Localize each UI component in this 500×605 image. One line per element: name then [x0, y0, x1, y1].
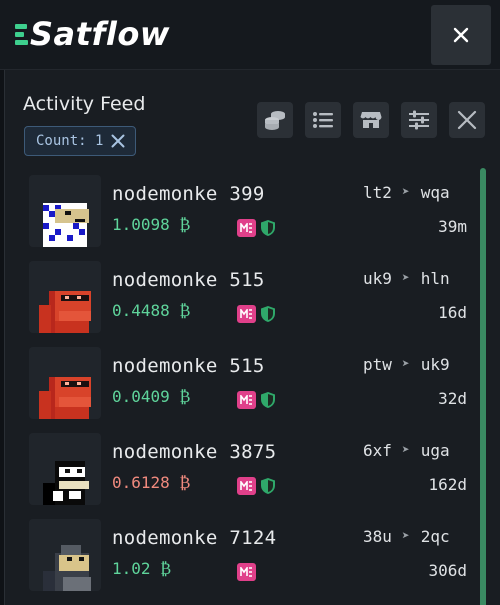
- store-icon: [360, 112, 382, 128]
- item-name[interactable]: nodemonke 515: [112, 269, 265, 291]
- to-address[interactable]: 2qc: [421, 527, 450, 546]
- list-item[interactable]: nodemonke 515 0.0409 ₿ ptw ➤ uk9 32d: [5, 347, 475, 433]
- item-price: 1.0098 ₿: [112, 215, 191, 234]
- from-address[interactable]: uk9: [363, 269, 392, 288]
- arrow-right-icon: ➤: [401, 185, 410, 200]
- transfer-route: ptw ➤ uk9: [363, 355, 450, 374]
- top-bar: Satflow: [0, 0, 500, 70]
- item-age: 32d: [438, 389, 467, 408]
- count-filter-chip: Count: 1: [24, 126, 137, 156]
- badges: [237, 563, 256, 581]
- magic-eden-icon: [237, 391, 256, 409]
- list-view-button[interactable]: [305, 102, 341, 138]
- avatar: [29, 433, 101, 505]
- to-address[interactable]: uga: [421, 441, 450, 460]
- sliders-icon: [409, 110, 429, 130]
- item-price: 0.0409 ₿: [112, 387, 191, 406]
- magic-eden-icon: [237, 563, 256, 581]
- transfer-route: uk9 ➤ hln: [363, 269, 450, 288]
- filters-button[interactable]: [401, 102, 437, 138]
- transfer-route: 38u ➤ 2qc: [363, 527, 450, 546]
- from-address[interactable]: 6xf: [363, 441, 392, 460]
- list-item[interactable]: nodemonke 3875 0.6128 ₿ 6xf ➤ uga 162d: [5, 433, 475, 519]
- magic-eden-icon: [237, 305, 256, 323]
- clear-button[interactable]: [449, 102, 485, 138]
- chip-remove-icon[interactable]: [111, 134, 125, 148]
- avatar: [29, 175, 101, 247]
- item-age: 39m: [438, 217, 467, 236]
- to-address[interactable]: uk9: [421, 355, 450, 374]
- logo-mark-icon: [15, 18, 29, 50]
- close-button[interactable]: [431, 5, 491, 65]
- scrollbar[interactable]: [480, 168, 486, 605]
- item-name[interactable]: nodemonke 399: [112, 183, 265, 205]
- close-icon: [457, 110, 477, 130]
- shield-check-icon: [261, 220, 275, 236]
- shield-check-icon: [261, 478, 275, 494]
- arrow-right-icon: ➤: [401, 357, 410, 372]
- app-name: Satflow: [30, 15, 170, 53]
- list-item[interactable]: nodemonke 515 0.4488 ₿ uk9 ➤ hln 16d: [5, 261, 475, 347]
- activity-feed-panel: Activity Feed Count: 1 nodemonke 399 1.0…: [4, 70, 500, 605]
- avatar: [29, 347, 101, 419]
- shield-check-icon: [261, 392, 275, 408]
- transfer-route: lt2 ➤ wqa: [363, 183, 450, 202]
- avatar: [29, 519, 101, 591]
- badges: [237, 219, 276, 237]
- item-age: 306d: [428, 561, 467, 580]
- to-address[interactable]: wqa: [421, 183, 450, 202]
- arrow-right-icon: ➤: [401, 529, 410, 544]
- close-icon: [453, 27, 469, 43]
- item-price: 1.02 ₿: [112, 559, 172, 578]
- coins-icon-button[interactable]: [257, 102, 293, 138]
- item-name[interactable]: nodemonke 3875: [112, 441, 276, 463]
- marketplace-button[interactable]: [353, 102, 389, 138]
- item-age: 16d: [438, 303, 467, 322]
- from-address[interactable]: lt2: [363, 183, 392, 202]
- item-age: 162d: [428, 475, 467, 494]
- avatar: [29, 261, 101, 333]
- list-item[interactable]: nodemonke 7124 1.02 ₿ 38u ➤ 2qc 306d: [5, 519, 475, 605]
- count-label: Count: 1: [36, 133, 104, 149]
- badges: [237, 477, 276, 495]
- magic-eden-icon: [237, 477, 256, 495]
- item-price: 0.6128 ₿: [112, 473, 191, 492]
- list-item[interactable]: nodemonke 399 1.0098 ₿ lt2 ➤ wqa 39m: [5, 175, 475, 261]
- shield-check-icon: [261, 306, 275, 322]
- coins-icon: [265, 111, 285, 130]
- arrow-right-icon: ➤: [401, 443, 410, 458]
- to-address[interactable]: hln: [421, 269, 450, 288]
- item-price: 0.4488 ₿: [112, 301, 191, 320]
- badges: [237, 305, 276, 323]
- satflow-logo[interactable]: Satflow: [15, 14, 170, 54]
- arrow-right-icon: ➤: [401, 271, 410, 286]
- transfer-route: 6xf ➤ uga: [363, 441, 450, 460]
- magic-eden-icon: [237, 219, 256, 237]
- item-name[interactable]: nodemonke 515: [112, 355, 265, 377]
- from-address[interactable]: 38u: [363, 527, 392, 546]
- feed-title: Activity Feed: [23, 93, 146, 115]
- from-address[interactable]: ptw: [363, 355, 392, 374]
- item-name[interactable]: nodemonke 7124: [112, 527, 276, 549]
- badges: [237, 391, 276, 409]
- list-icon: [313, 112, 333, 128]
